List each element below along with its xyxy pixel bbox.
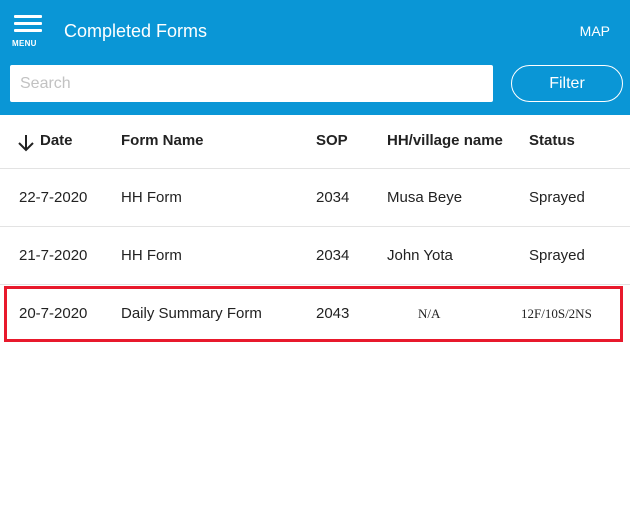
cell-sop: 2034 [316, 247, 350, 264]
cell-hh-village: John Yota [387, 247, 453, 264]
table-row[interactable]: 22-7-2020 HH Form 2034 Musa Beye Sprayed [0, 169, 630, 227]
cell-status: Sprayed [529, 247, 585, 264]
cell-hh-village: N/A [418, 306, 441, 321]
menu-label: MENU [12, 39, 37, 48]
table-header: Date Form Name SOP HH/village name Statu… [0, 115, 630, 169]
column-header-date[interactable]: Date [40, 132, 73, 149]
column-header-hh-village[interactable]: HH/village name [387, 132, 503, 149]
menu-icon-bar [14, 22, 42, 25]
column-header-status[interactable]: Status [529, 132, 575, 149]
cell-date: 20-7-2020 [19, 305, 88, 322]
cell-status: Sprayed [529, 189, 585, 206]
filter-button[interactable]: Filter [511, 65, 623, 102]
cell-status: 12F/10S/2NS [521, 306, 592, 321]
table-row[interactable]: 21-7-2020 HH Form 2034 John Yota Sprayed [0, 227, 630, 285]
cell-date: 22-7-2020 [19, 189, 88, 206]
menu-button[interactable]: MENU [12, 15, 46, 51]
column-header-sop[interactable]: SOP [316, 132, 348, 149]
cell-form-name: HH Form [121, 189, 182, 206]
cell-date: 21-7-2020 [19, 247, 88, 264]
cell-sop: 2043 [316, 305, 350, 322]
menu-icon [14, 15, 42, 18]
search-input[interactable] [10, 65, 493, 102]
cell-form-name: Daily Summary Form [121, 305, 262, 322]
cell-hh-village: Musa Beye [387, 189, 463, 206]
column-header-form-name[interactable]: Form Name [121, 132, 204, 149]
arrow-down-icon[interactable] [16, 133, 36, 153]
cell-form-name: HH Form [121, 247, 182, 264]
map-button[interactable]: MAP [580, 23, 610, 39]
table-row[interactable]: 20-7-2020 Daily Summary Form 2043 N/A 12… [0, 285, 630, 342]
cell-sop: 2034 [316, 189, 350, 206]
page-title: Completed Forms [64, 21, 208, 41]
menu-icon-bar [14, 29, 42, 32]
app-header: MENU Completed Forms MAP Filter [0, 0, 630, 115]
